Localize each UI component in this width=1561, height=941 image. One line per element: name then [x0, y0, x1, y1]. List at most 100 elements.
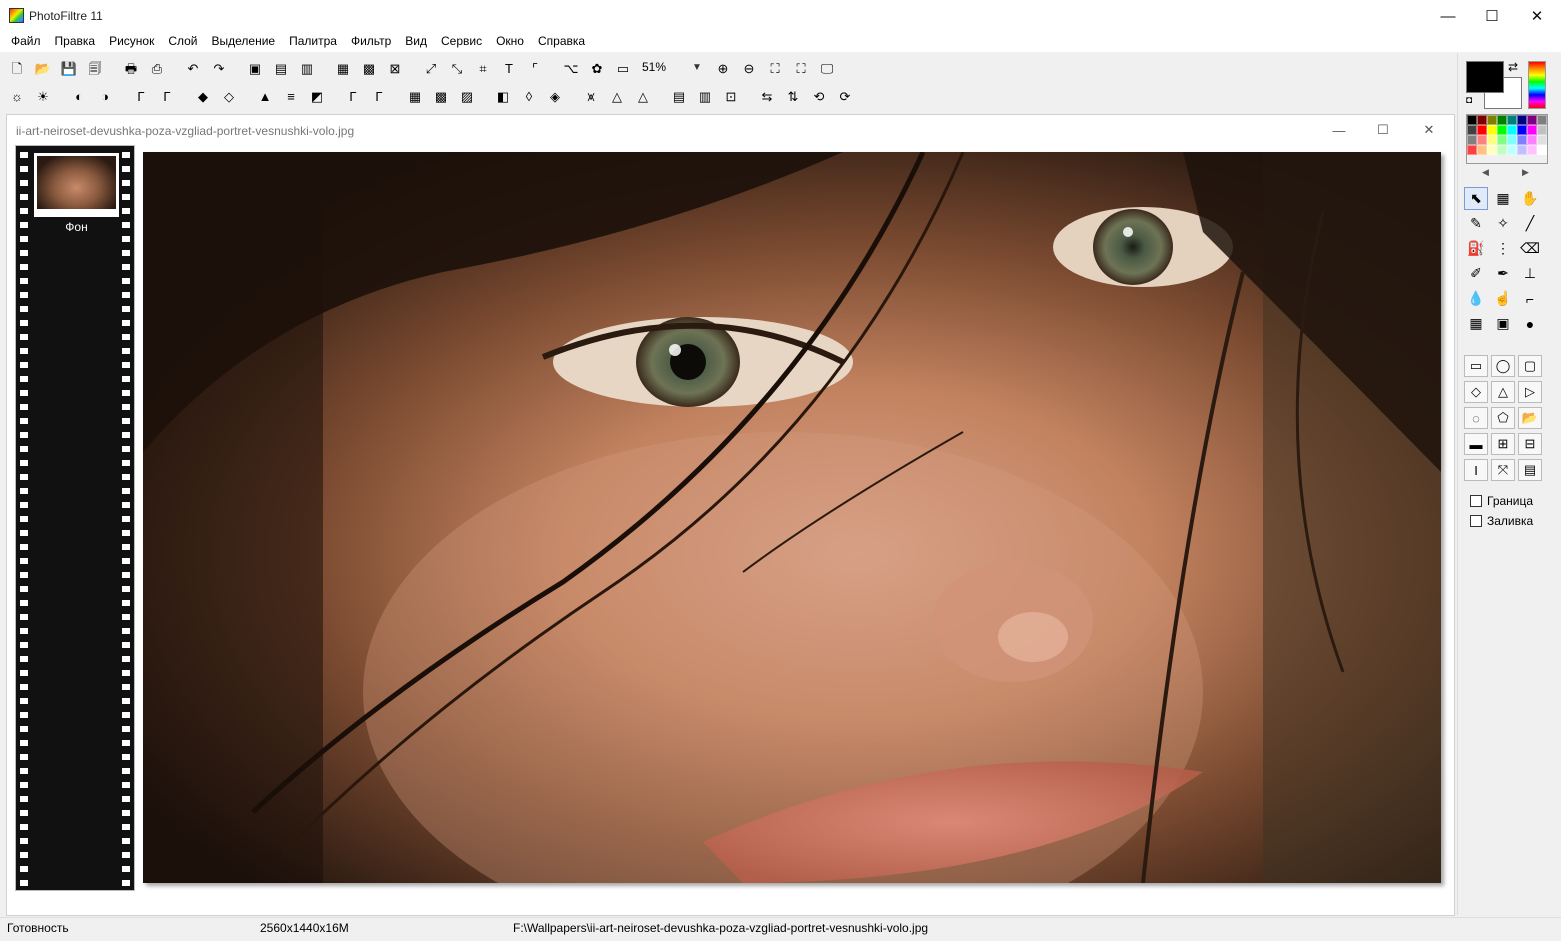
- rotate-right-button[interactable]: ⟳: [834, 85, 856, 107]
- palette-swatch[interactable]: [1487, 115, 1497, 125]
- menu-window[interactable]: Окно: [489, 32, 531, 52]
- brightness-up-button[interactable]: ☼: [6, 85, 28, 107]
- fit-window-button[interactable]: ⛶: [790, 57, 812, 79]
- shape-settings-icon[interactable]: ▤: [1518, 459, 1542, 481]
- frame-button[interactable]: ⌜: [524, 57, 546, 79]
- fade-button[interactable]: ▥: [694, 85, 716, 107]
- screen-capture-button[interactable]: ▭: [612, 57, 634, 79]
- plugins-button[interactable]: ✿: [586, 57, 608, 79]
- doc-close-button[interactable]: ✕: [1417, 120, 1441, 140]
- maximize-button[interactable]: ☐: [1469, 0, 1515, 32]
- smudge-tool-icon[interactable]: ☝: [1491, 287, 1515, 310]
- resize-shape-icon[interactable]: ⤧: [1491, 459, 1515, 481]
- palette-swatch[interactable]: [1477, 145, 1487, 155]
- soften-button[interactable]: ◊: [518, 85, 540, 107]
- menu-edit[interactable]: Правка: [48, 32, 103, 52]
- color-spectrum[interactable]: [1528, 61, 1546, 109]
- load-shape-icon[interactable]: 📂: [1518, 407, 1542, 429]
- gradient-button[interactable]: ▤: [668, 85, 690, 107]
- print-button[interactable]: 🖶: [120, 57, 142, 79]
- hand-tool-icon[interactable]: ✋: [1518, 187, 1542, 210]
- brush-tool-icon[interactable]: ✐: [1464, 262, 1488, 285]
- diamond-shape-icon[interactable]: ◇: [1464, 381, 1488, 403]
- select-tool-icon[interactable]: ⬉: [1464, 187, 1488, 210]
- right-triangle-shape-icon[interactable]: ▷: [1518, 381, 1542, 403]
- palette-swatch[interactable]: [1517, 135, 1527, 145]
- rotate-left-button[interactable]: ⟲: [808, 85, 830, 107]
- palette-swatch[interactable]: [1467, 135, 1477, 145]
- levels-button[interactable]: ▲: [254, 85, 276, 107]
- blur-tool-icon[interactable]: 💧: [1464, 287, 1488, 310]
- palette-swatch[interactable]: [1467, 145, 1477, 155]
- advanced-brush-tool-icon[interactable]: ✒: [1491, 262, 1515, 285]
- paste-as-button[interactable]: ▥: [296, 57, 318, 79]
- palette-swatch[interactable]: [1517, 125, 1527, 135]
- menu-tools[interactable]: Сервис: [434, 32, 489, 52]
- palette-swatch[interactable]: [1507, 125, 1517, 135]
- blur-button[interactable]: ◧: [492, 85, 514, 107]
- image-tube-tool-icon[interactable]: ▣: [1491, 312, 1515, 335]
- border-checkbox[interactable]: [1470, 495, 1482, 507]
- contrast-up-button[interactable]: ◐: [68, 85, 90, 107]
- text-button[interactable]: T: [498, 57, 520, 79]
- palette-swatch[interactable]: [1477, 125, 1487, 135]
- scan-button[interactable]: ⎙: [146, 57, 168, 79]
- paste-image-button[interactable]: ▣: [244, 57, 266, 79]
- palette-swatch[interactable]: [1487, 145, 1497, 155]
- texture-button[interactable]: ⊡: [720, 85, 742, 107]
- rounded-rect-shape-icon[interactable]: ▢: [1518, 355, 1542, 377]
- copy-image-button[interactable]: ▤: [270, 57, 292, 79]
- actual-size-button[interactable]: ⛶: [764, 57, 786, 79]
- menu-selection[interactable]: Выделение: [205, 32, 283, 52]
- sharpen-button[interactable]: ◈: [544, 85, 566, 107]
- text-shape-icon[interactable]: I: [1464, 459, 1488, 481]
- palette-swatch[interactable]: [1537, 145, 1547, 155]
- reset-colors-icon[interactable]: ◘: [1466, 95, 1472, 106]
- close-button[interactable]: ✕: [1514, 0, 1560, 32]
- ellipse-shape-icon[interactable]: ◯: [1491, 355, 1515, 377]
- saturation-up-button[interactable]: ◆: [192, 85, 214, 107]
- color-mode-button[interactable]: ▩: [358, 57, 380, 79]
- palette-swatch[interactable]: [1497, 135, 1507, 145]
- palette-swatch[interactable]: [1497, 145, 1507, 155]
- swap-colors-icon[interactable]: ⇄: [1508, 60, 1518, 74]
- triangle-button[interactable]: △: [606, 85, 628, 107]
- pattern-button[interactable]: ▨: [456, 85, 478, 107]
- color-balance-button[interactable]: ≡: [280, 85, 302, 107]
- flip-v-button[interactable]: ⇅: [782, 85, 804, 107]
- palette-swatch[interactable]: [1507, 115, 1517, 125]
- new-button[interactable]: 🗋: [6, 57, 28, 79]
- image-canvas[interactable]: [143, 152, 1441, 883]
- gamma-down-button[interactable]: Γ: [156, 85, 178, 107]
- mosaic-button[interactable]: ▩: [430, 85, 452, 107]
- exif-button[interactable]: ⊠: [384, 57, 406, 79]
- palette-swatch[interactable]: [1527, 135, 1537, 145]
- triangle-shape-icon[interactable]: △: [1491, 381, 1515, 403]
- triangle-outline-button[interactable]: △: [632, 85, 654, 107]
- magic-wand-tool-icon[interactable]: ✧: [1491, 212, 1515, 235]
- zoom-in-button[interactable]: ⊕: [712, 57, 734, 79]
- eraser-tool-icon[interactable]: ⌫: [1518, 237, 1542, 260]
- foreground-color-swatch[interactable]: [1466, 61, 1504, 93]
- zoom-select[interactable]: 51% ▼: [634, 57, 710, 77]
- palette-swatch[interactable]: [1477, 135, 1487, 145]
- transparency-button[interactable]: ▦: [332, 57, 354, 79]
- magic-select-tool-icon[interactable]: ▦: [1491, 187, 1515, 210]
- menu-filter[interactable]: Фильтр: [344, 32, 398, 52]
- doc-maximize-button[interactable]: ☐: [1371, 120, 1395, 140]
- palette-swatch[interactable]: [1527, 125, 1537, 135]
- line-tool-icon[interactable]: ╱: [1518, 212, 1542, 235]
- center-v-icon[interactable]: ⊟: [1518, 433, 1542, 455]
- grayscale-button[interactable]: ◩: [306, 85, 328, 107]
- palette-swatch[interactable]: [1497, 125, 1507, 135]
- rectangle-shape-icon[interactable]: ▭: [1464, 355, 1488, 377]
- spray-tool-icon[interactable]: ⋮: [1491, 237, 1515, 260]
- palette-swatch[interactable]: [1487, 125, 1497, 135]
- menu-layer[interactable]: Слой: [161, 32, 204, 52]
- deform-tool-icon[interactable]: ▦: [1464, 312, 1488, 335]
- layer-thumbnail[interactable]: [34, 153, 119, 217]
- menu-palette[interactable]: Палитра: [282, 32, 344, 52]
- palette-next-icon[interactable]: ▶: [1522, 167, 1529, 178]
- palette-swatch[interactable]: [1537, 125, 1547, 135]
- minimize-button[interactable]: —: [1425, 0, 1471, 32]
